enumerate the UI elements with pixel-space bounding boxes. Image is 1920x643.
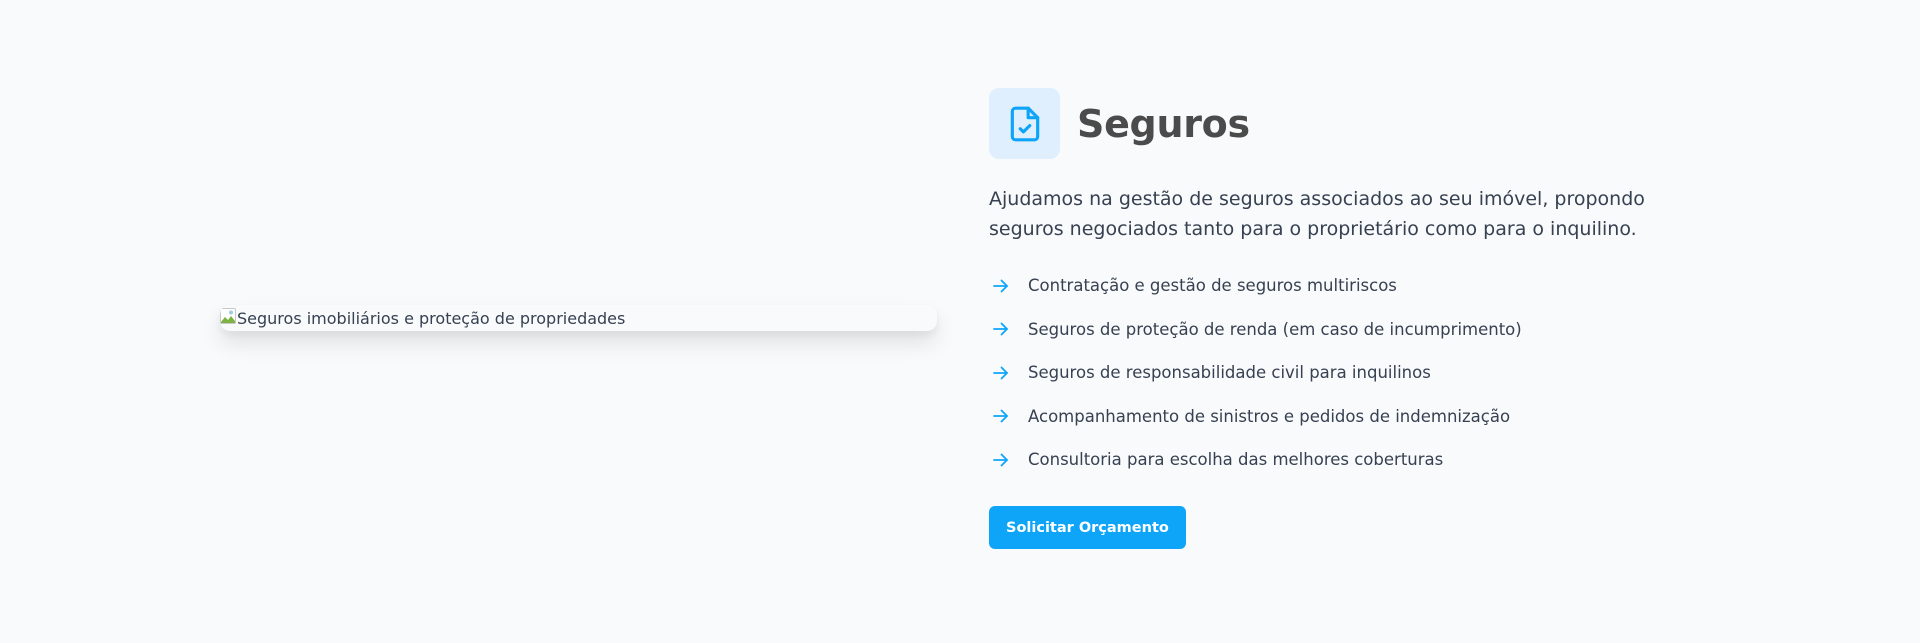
insurance-section: Seguros imobiliários e proteção de propr… (0, 0, 1920, 643)
feature-item: Seguros de proteção de renda (em caso de… (989, 308, 1709, 352)
feature-item: Contratação e gestão de seguros multiris… (989, 264, 1709, 308)
insurance-image-placeholder: Seguros imobiliários e proteção de propr… (220, 305, 937, 331)
feature-label: Consultoria para escolha das melhores co… (1028, 450, 1444, 470)
feature-label: Seguros de proteção de renda (em caso de… (1028, 319, 1522, 339)
broken-image-icon (220, 308, 236, 324)
feature-list: Contratação e gestão de seguros multiris… (989, 264, 1709, 482)
arrow-right-icon (993, 322, 1008, 336)
feature-label: Seguros de responsabilidade civil para i… (1028, 363, 1431, 383)
insurance-content: Seguros Ajudamos na gestão de seguros as… (989, 88, 1709, 549)
arrow-right-icon (993, 409, 1008, 423)
insurance-image: Seguros imobiliários e proteção de propr… (220, 305, 937, 331)
arrow-right-icon (993, 453, 1008, 467)
feature-item: Acompanhamento de sinistros e pedidos de… (989, 395, 1709, 439)
title-row: Seguros (989, 88, 1709, 159)
feature-item: Consultoria para escolha das melhores co… (989, 438, 1709, 482)
arrow-right-icon (993, 366, 1008, 380)
insurance-image-alt-text: Seguros imobiliários e proteção de propr… (237, 308, 626, 328)
section-description: Ajudamos na gestão de seguros associados… (989, 188, 1645, 240)
feature-label: Acompanhamento de sinistros e pedidos de… (1028, 406, 1511, 426)
arrow-right-icon (993, 279, 1008, 293)
request-quote-button[interactable]: Solicitar Orçamento (989, 506, 1186, 549)
feature-label: Contratação e gestão de seguros multiris… (1028, 276, 1397, 296)
feature-item: Seguros de responsabilidade civil para i… (989, 351, 1709, 395)
icon-box (989, 88, 1060, 159)
document-check-icon (1010, 106, 1039, 141)
page-title: Seguros (1077, 101, 1250, 146)
